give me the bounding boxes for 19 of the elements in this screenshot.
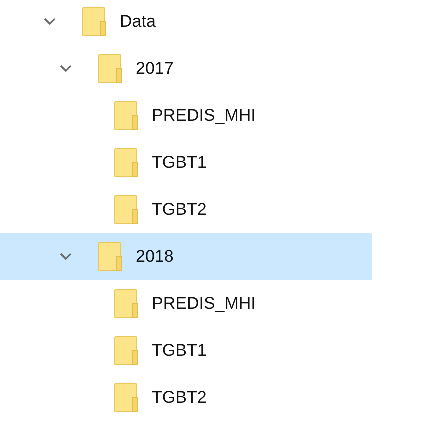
folder-name: TGBT1: [152, 340, 207, 362]
folder-name: 2018: [136, 246, 174, 268]
folder-icon: [114, 336, 139, 366]
folder-icon: [82, 6, 107, 36]
folder-icon: [114, 288, 139, 318]
folder-icon: [98, 242, 123, 272]
folder-name: Data: [120, 10, 156, 33]
folder-icon: [114, 382, 139, 412]
folder-name: TGBT1: [152, 152, 207, 174]
folder-name: TGBT2: [152, 198, 207, 221]
folder-icon: [114, 148, 139, 178]
folder-icon: [98, 54, 123, 84]
folder-name: 2017: [136, 58, 174, 80]
folder-icon: [114, 194, 139, 224]
folder-name: PREDIS_MHI: [152, 104, 256, 127]
folder-icon: [114, 100, 139, 130]
tree-item[interactable]: 2018: [0, 233, 372, 280]
folder-name: PREDIS_MHI: [152, 292, 256, 315]
folder-name: TGBT2: [152, 386, 207, 409]
